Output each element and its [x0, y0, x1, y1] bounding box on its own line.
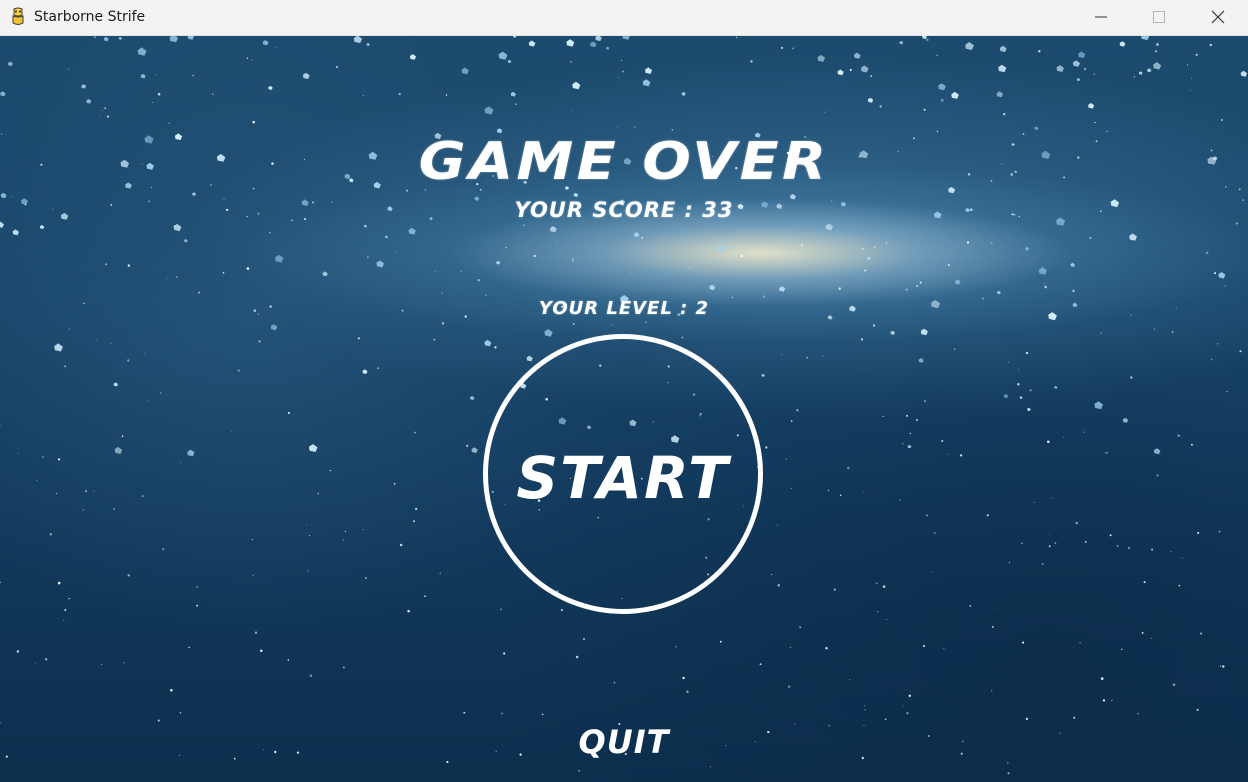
title-bar[interactable]: Starborne Strife — [0, 0, 1248, 36]
minimize-button[interactable] — [1072, 0, 1130, 35]
python-snake-icon — [9, 7, 27, 27]
window-title: Starborne Strife — [34, 9, 146, 25]
maximize-button[interactable] — [1130, 0, 1188, 35]
minimize-icon — [1095, 16, 1107, 18]
maximize-icon — [1153, 11, 1165, 23]
game-window: Starborne Strife GAME OVER YOUR SCORE : … — [0, 0, 1248, 782]
quit-button[interactable]: QUIT — [558, 720, 690, 764]
level-text: YOUR LEVEL : 2 — [538, 298, 710, 319]
start-button[interactable]: START — [483, 334, 763, 614]
close-icon — [1211, 10, 1225, 24]
close-button[interactable] — [1189, 0, 1247, 35]
start-button-label: START — [516, 444, 730, 512]
score-text: YOUR SCORE : 33 — [514, 198, 734, 222]
game-canvas: GAME OVER YOUR SCORE : 33 YOUR LEVEL : 2… — [0, 36, 1248, 782]
game-over-heading: GAME OVER — [418, 132, 830, 192]
